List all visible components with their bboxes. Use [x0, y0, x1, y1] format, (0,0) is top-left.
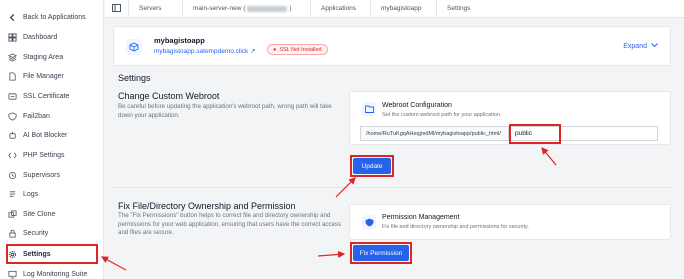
- cube-icon: [126, 39, 142, 55]
- ssl-status-badge: ● SSL Not Installed: [267, 44, 328, 55]
- settings-highlight-box: [6, 244, 98, 264]
- sidebar-item-label: Staging Area: [23, 53, 64, 61]
- breadcrumb-server[interactable]: main-server-new ( ): [183, 0, 311, 18]
- page-title: Settings: [118, 73, 151, 83]
- permission-section-description: The "Fix Permissions" button helps to co…: [118, 212, 342, 236]
- redacted-ip: [247, 5, 288, 12]
- sidebar-item-log-monitoring-suite[interactable]: Log Monitoring Suite: [0, 265, 104, 279]
- sidebar-item-site-clone[interactable]: Site Clone: [0, 205, 104, 223]
- sidebar-item-label: AI Bot Blocker: [23, 131, 68, 139]
- sidebar-item-ssl-certificate[interactable]: SSL Certificate: [0, 87, 104, 105]
- permission-card: Permission Management Fix file and direc…: [349, 204, 671, 240]
- fix-permission-button[interactable]: Fix Permission: [353, 245, 409, 261]
- sidebar-item-label: SSL Certificate: [23, 92, 70, 100]
- sidebar-item-label: Logs: [23, 190, 39, 198]
- sidebar-item-label: Supervisors: [23, 171, 60, 179]
- sidebar-item-security[interactable]: Security: [0, 224, 104, 242]
- webroot-section-title: Change Custom Webroot: [118, 91, 220, 101]
- sidebar-item-supervisors[interactable]: Supervisors: [0, 166, 104, 184]
- sidebar-item-label: PHP Settings: [23, 151, 65, 159]
- sidebar-item-fail2ban[interactable]: Fail2ban: [0, 107, 104, 125]
- main-content: mybagistoapp mybagistoapp.satempdemo.cli…: [105, 18, 684, 279]
- breadcrumb-applications[interactable]: Applications: [311, 0, 371, 18]
- breadcrumb: Servers main-server-new ( ) Applications…: [105, 0, 684, 18]
- sidebar-item-staging-area[interactable]: Staging Area: [0, 48, 104, 66]
- app-url-link[interactable]: mybagistoapp.satempdemo.click ↗: [154, 47, 256, 55]
- back-label: Back to Applications: [23, 13, 86, 21]
- breadcrumb-app[interactable]: mybagistoapp: [371, 0, 437, 18]
- shield-check-icon: [362, 215, 376, 229]
- webroot-section-description: Be careful before updating the applicati…: [118, 103, 332, 119]
- sidebar-item-label: Security: [23, 229, 49, 237]
- logs-icon: [8, 190, 17, 199]
- ssl-icon: [8, 92, 17, 101]
- external-link-icon: ↗: [250, 48, 256, 55]
- sidebar-item-logs[interactable]: Logs: [0, 185, 104, 203]
- php-icon: [8, 151, 17, 160]
- dashboard-icon: [8, 32, 17, 42]
- permission-card-title: Permission Management: [382, 214, 460, 221]
- permission-card-subtitle: Fix file and directory ownership and per…: [382, 224, 529, 230]
- section-divider: [113, 187, 671, 188]
- file-icon: [8, 71, 17, 81]
- sidebar: Back to Applications Dashboard Staging A…: [0, 0, 104, 279]
- sidebar-item-label: Log Monitoring Suite: [23, 270, 88, 278]
- breadcrumb-servers-label: Servers: [139, 5, 162, 12]
- sidebar-item-label: Dashboard: [23, 33, 58, 41]
- supervisor-icon: [8, 171, 17, 180]
- breadcrumb-servers[interactable]: Servers: [129, 0, 183, 18]
- lock-icon: [8, 229, 17, 238]
- sidebar-item-label: Site Clone: [23, 210, 56, 218]
- breadcrumb-settings-label: Settings: [447, 5, 471, 12]
- breadcrumb-server-label-end: ): [289, 5, 292, 12]
- webroot-path-prefix: /home/RuTuKgqAHeqjmdMl/mybagistoapp/publ…: [360, 126, 508, 141]
- permission-section-title: Fix File/Directory Ownership and Permiss…: [118, 201, 296, 211]
- shield-icon: [8, 111, 17, 121]
- app-url-text: mybagistoapp.satempdemo.click: [154, 48, 249, 55]
- breadcrumb-app-label: mybagistoapp: [381, 5, 422, 12]
- sidebar-item-ai-bot-blocker[interactable]: AI Bot Blocker: [0, 126, 104, 144]
- sidebar-item-php-settings[interactable]: PHP Settings: [0, 146, 104, 164]
- staging-icon: [8, 52, 17, 62]
- webroot-card-title: Webroot Configuration: [382, 102, 452, 109]
- sidebar-item-file-manager[interactable]: File Manager: [0, 67, 104, 85]
- folder-icon: [362, 102, 376, 116]
- expand-label: Expand: [623, 43, 647, 50]
- clone-icon: [8, 209, 17, 219]
- monitor-icon: [8, 270, 17, 279]
- ssl-status-text: SSL Not Installed: [279, 46, 322, 53]
- app-name: mybagistoapp: [154, 36, 205, 45]
- breadcrumb-server-label: main-server-new (: [193, 5, 246, 12]
- back-to-applications-link[interactable]: Back to Applications: [0, 8, 104, 26]
- webroot-input[interactable]: [508, 126, 658, 141]
- expand-button[interactable]: Expand: [623, 43, 658, 50]
- webroot-card-subtitle: Set the custom webroot path for your app…: [382, 112, 502, 118]
- sidebar-item-label: File Manager: [23, 72, 64, 80]
- chevron-left-icon: [8, 13, 17, 22]
- update-button[interactable]: Update: [353, 158, 391, 174]
- chevron-down-icon: [651, 43, 658, 50]
- sidebar-item-dashboard[interactable]: Dashboard: [0, 28, 104, 46]
- sidebar-toggle-button[interactable]: [105, 0, 129, 18]
- bot-icon: [8, 131, 17, 140]
- breadcrumb-settings: Settings: [437, 0, 481, 18]
- app-summary-card: mybagistoapp mybagistoapp.satempdemo.cli…: [113, 26, 671, 66]
- sidebar-item-label: Fail2ban: [23, 112, 50, 120]
- breadcrumb-applications-label: Applications: [321, 5, 357, 12]
- sidebar-toggle-icon: [112, 3, 121, 14]
- ssl-warning-icon: ●: [273, 46, 277, 53]
